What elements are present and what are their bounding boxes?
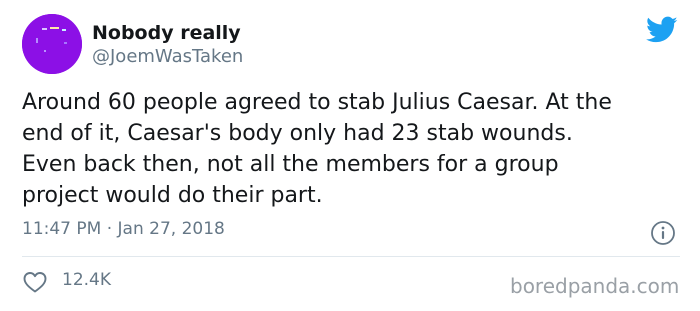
tweet-text-line: end of it, Caesar's body only had 23 sta… [22,121,573,146]
tweet-text-line: Around 60 people agreed to stab Julius C… [22,90,612,115]
like-count: 12.4K [62,270,111,290]
user-handle[interactable]: @JoemWasTaken [92,46,243,67]
info-icon[interactable] [650,220,676,246]
tweet-text-line: project would do their part. [22,183,323,208]
tweet-card: Nobody really @JoemWasTaken Around 60 pe… [0,0,700,311]
tweet-timestamp[interactable]: 11:47 PM · Jan 27, 2018 [22,219,225,239]
tweet-text-line: Even back then, not all the members for … [22,152,559,177]
tweet-text: Around 60 people agreed to stab Julius C… [22,87,682,211]
display-name[interactable]: Nobody really [92,22,241,44]
heart-icon[interactable] [22,270,48,294]
boredpanda-watermark: boredpanda.com [510,274,680,298]
divider [22,256,680,257]
twitter-bird-icon[interactable] [646,16,678,44]
avatar[interactable] [22,14,82,74]
avatar-image [22,14,82,74]
